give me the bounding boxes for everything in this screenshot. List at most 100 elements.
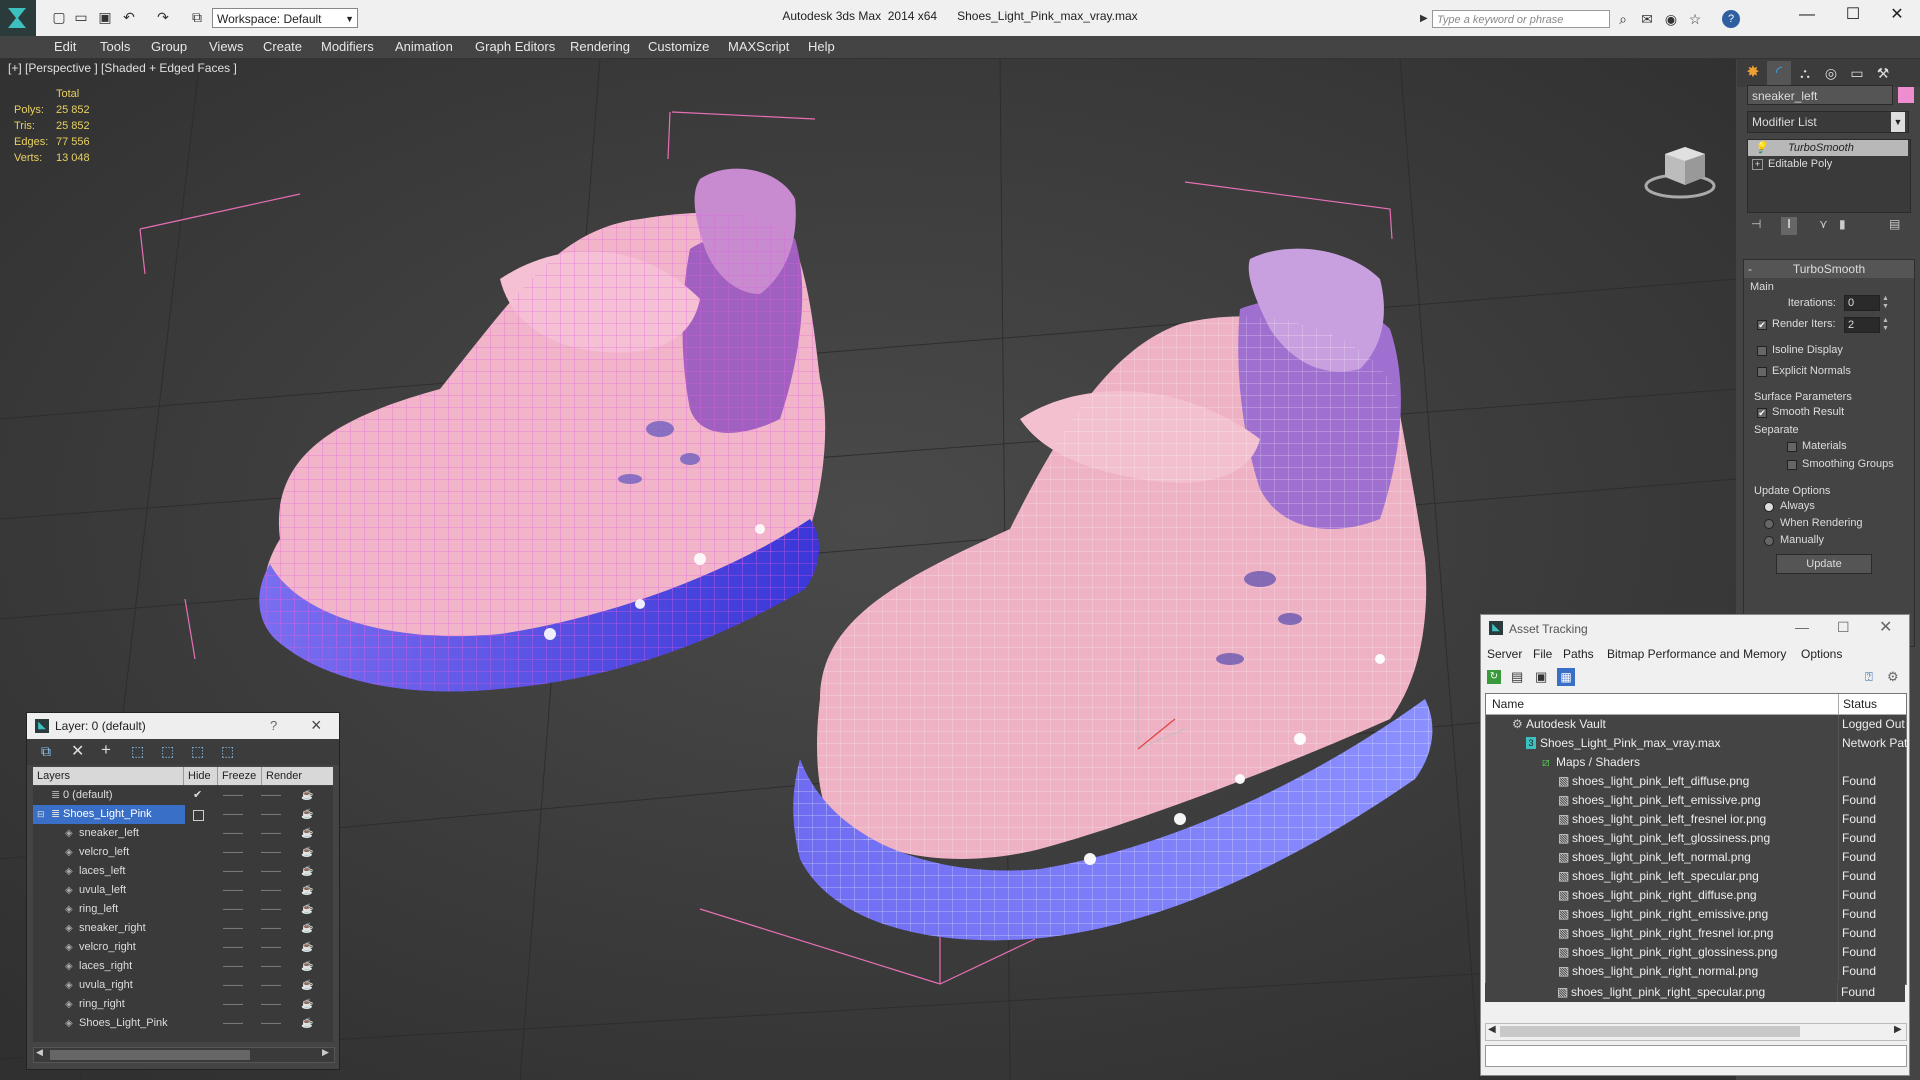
stack-item-turbosmooth[interactable]: 💡 TurboSmooth bbox=[1748, 140, 1908, 156]
asset-row-map[interactable]: ▧ shoes_light_pink_left_specular.png Found bbox=[1486, 867, 1906, 886]
search-input[interactable]: Type a keyword or phrase bbox=[1432, 10, 1610, 28]
object-name-input[interactable]: sneaker_left bbox=[1747, 85, 1893, 105]
update-manually-radio[interactable] bbox=[1764, 536, 1774, 546]
render-teapot-icon[interactable]: ☕ bbox=[301, 900, 313, 919]
asset-row-map[interactable]: ▧ shoes_light_pink_right_normal.png Found bbox=[1486, 962, 1906, 981]
help-icon[interactable]: ? bbox=[1722, 10, 1740, 28]
asset-horizontal-scrollbar[interactable]: ◀ ▶ bbox=[1485, 1023, 1907, 1041]
asset-row-map[interactable]: ▧ shoes_light_pink_left_emissive.png Found bbox=[1486, 791, 1906, 810]
render-teapot-icon[interactable]: ☕ bbox=[301, 995, 313, 1014]
menu-file[interactable]: File bbox=[1533, 643, 1552, 665]
current-layer-check-icon[interactable]: ✔ bbox=[193, 786, 202, 805]
object-row[interactable]: ◈ ring_left —— —— ☕ bbox=[33, 900, 333, 919]
render-iters-spinner[interactable]: 2 bbox=[1844, 317, 1880, 333]
scroll-left-icon[interactable]: ◀ bbox=[1488, 1024, 1496, 1035]
refresh-icon[interactable]: ↻ bbox=[1487, 670, 1501, 684]
object-color-swatch[interactable] bbox=[1898, 87, 1914, 103]
viewport-label[interactable]: [+] [Perspective ] [Shaded + Edged Faces… bbox=[8, 61, 237, 75]
communication-icon[interactable]: ✉ bbox=[1638, 10, 1656, 28]
spinner-arrows-icon[interactable]: ▲ ▼ bbox=[1882, 295, 1889, 311]
stack-item-editable-poly[interactable]: + Editable Poly bbox=[1748, 156, 1908, 172]
asset-row-map[interactable]: ▧ shoes_light_pink_right_specular.png Foun… bbox=[1485, 983, 1905, 1002]
layer-window-titlebar[interactable]: ◣ Layer: 0 (default) ? × bbox=[27, 713, 339, 739]
minimize-button[interactable]: — bbox=[1784, 0, 1830, 32]
scrollbar-thumb[interactable] bbox=[1500, 1026, 1800, 1037]
hide-toggle[interactable]: —— bbox=[223, 824, 243, 843]
hide-toggle[interactable]: —— bbox=[223, 862, 243, 881]
save-icon[interactable]: ▣ bbox=[96, 8, 114, 26]
create-tab-icon[interactable]: ✸ bbox=[1741, 61, 1765, 85]
freeze-toggle[interactable]: —— bbox=[261, 824, 281, 843]
close-button[interactable]: ✕ bbox=[1879, 617, 1892, 637]
update-always-radio[interactable] bbox=[1764, 502, 1774, 512]
hide-toggle[interactable]: —— bbox=[223, 938, 243, 957]
freeze-toggle[interactable]: —— bbox=[261, 862, 281, 881]
hide-toggle[interactable]: —— bbox=[223, 843, 243, 862]
expand-plus-icon[interactable]: + bbox=[1752, 159, 1763, 170]
expand-arrow-icon[interactable]: ▶ bbox=[1420, 10, 1430, 28]
menu-create[interactable]: Create bbox=[263, 36, 302, 58]
table-view-icon[interactable]: ▦ bbox=[1557, 668, 1575, 686]
new-file-icon[interactable]: ▢ bbox=[50, 8, 68, 26]
select-objects-icon[interactable]: ⬚ bbox=[131, 743, 144, 760]
modifier-list-dropdown[interactable]: Modifier List ▼ bbox=[1747, 111, 1909, 133]
redo-icon[interactable]: ↷ bbox=[154, 8, 172, 26]
menu-modifiers[interactable]: Modifiers bbox=[321, 36, 374, 58]
render-teapot-icon[interactable]: ☕ bbox=[301, 881, 313, 900]
object-row[interactable]: ◈ ring_right —— —— ☕ bbox=[33, 995, 333, 1014]
asset-row-map[interactable]: ▧ shoes_light_pink_left_diffuse.png Found bbox=[1486, 772, 1906, 791]
asset-row-map[interactable]: ▧ shoes_light_pink_right_emissive.png Foun… bbox=[1486, 905, 1906, 924]
close-icon[interactable]: × bbox=[311, 715, 322, 736]
freeze-toggle[interactable]: —— bbox=[261, 938, 281, 957]
update-when-rendering-radio[interactable] bbox=[1764, 519, 1774, 529]
freeze-toggle[interactable]: —— bbox=[261, 881, 281, 900]
lightbulb-icon[interactable]: 💡 bbox=[1754, 140, 1768, 156]
render-teapot-icon[interactable]: ☕ bbox=[301, 976, 313, 995]
asset-row-map[interactable]: ▧ shoes_light_pink_right_fresnel ior.png F… bbox=[1486, 924, 1906, 943]
spinner-arrows-icon[interactable]: ▲ ▼ bbox=[1882, 317, 1889, 333]
horizontal-scrollbar[interactable]: ◀ ▶ bbox=[33, 1047, 335, 1063]
status-column-header[interactable]: Status bbox=[1838, 694, 1877, 714]
open-file-icon[interactable]: ▭ bbox=[72, 8, 90, 26]
favorites-star-icon[interactable]: ☆ bbox=[1686, 10, 1704, 28]
object-row[interactable]: ◈ velcro_left —— —— ☕ bbox=[33, 843, 333, 862]
render-teapot-icon[interactable]: ☕ bbox=[301, 805, 313, 824]
freeze-toggle[interactable]: —— bbox=[261, 1014, 281, 1033]
freeze-toggle[interactable]: —— bbox=[261, 995, 281, 1014]
show-end-result-icon[interactable]: Ⅰ bbox=[1781, 217, 1797, 235]
hide-toggle[interactable]: —— bbox=[223, 881, 243, 900]
freeze-toggle[interactable]: —— bbox=[261, 976, 281, 995]
list-view-icon[interactable]: ▤ bbox=[1511, 669, 1523, 685]
collapse-minus-icon[interactable]: ⊟ bbox=[37, 805, 45, 824]
asset-row-map[interactable]: ▧ shoes_light_pink_left_fresnel ior.png Fo… bbox=[1486, 810, 1906, 829]
hierarchy-tab-icon[interactable]: ⛬ bbox=[1793, 61, 1817, 85]
asset-row-max-file[interactable]: 3 Shoes_Light_Pink_max_vray.max Network Pa… bbox=[1486, 734, 1907, 753]
materials-checkbox[interactable] bbox=[1787, 442, 1797, 452]
modify-tab-icon[interactable]: ◜ bbox=[1767, 61, 1791, 85]
app-logo-icon[interactable] bbox=[0, 0, 36, 36]
remove-modifier-icon[interactable]: ▮ bbox=[1839, 217, 1846, 231]
vault-help-icon[interactable]: ⍰ bbox=[1865, 669, 1873, 685]
hide-toggle[interactable]: —— bbox=[223, 805, 243, 824]
account-icon[interactable]: ◉ bbox=[1662, 10, 1680, 28]
object-row[interactable]: ◈ laces_right —— —— ☕ bbox=[33, 957, 333, 976]
configure-sets-icon[interactable]: ▤ bbox=[1889, 217, 1900, 231]
iterations-spinner[interactable]: 0 bbox=[1844, 295, 1880, 311]
menu-tools[interactable]: Tools bbox=[100, 36, 130, 58]
hide-toggle[interactable]: —— bbox=[223, 900, 243, 919]
render-teapot-icon[interactable]: ☕ bbox=[301, 957, 313, 976]
smoothing-groups-checkbox[interactable] bbox=[1787, 460, 1797, 470]
menu-group[interactable]: Group bbox=[151, 36, 187, 58]
menu-edit[interactable]: Edit bbox=[54, 36, 76, 58]
scroll-right-icon[interactable]: ▶ bbox=[322, 1047, 329, 1058]
maximize-button[interactable]: ☐ bbox=[1837, 619, 1850, 636]
highlight-layer-icon[interactable]: ⬚ bbox=[161, 743, 174, 760]
scroll-right-icon[interactable]: ▶ bbox=[1894, 1024, 1902, 1035]
asset-row-map[interactable]: ▧ shoes_light_pink_right_glossiness.png Fo… bbox=[1486, 943, 1906, 962]
scroll-left-icon[interactable]: ◀ bbox=[36, 1047, 43, 1058]
freeze-toggle[interactable]: —— bbox=[261, 843, 281, 862]
render-teapot-icon[interactable]: ☕ bbox=[301, 843, 313, 862]
layer-row-selected[interactable]: ⊟ ≣ Shoes_Light_Pink —— —— ☕ bbox=[33, 805, 333, 824]
menu-bitmap-performance[interactable]: Bitmap Performance and Memory bbox=[1607, 643, 1786, 665]
freeze-toggle[interactable]: —— bbox=[261, 957, 281, 976]
